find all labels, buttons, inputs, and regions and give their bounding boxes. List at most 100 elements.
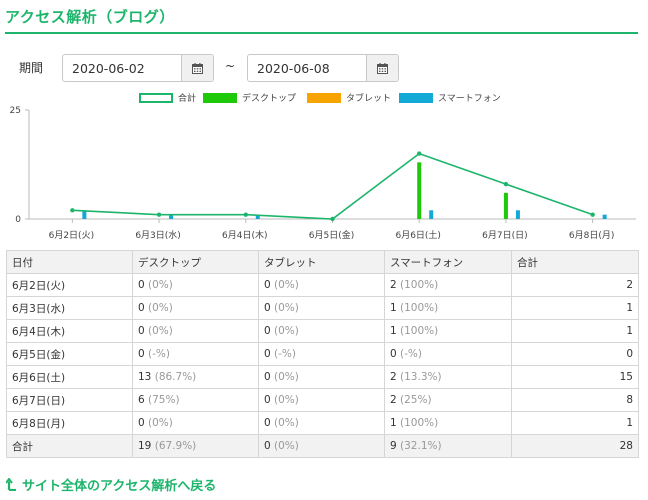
tablet-count: 0 xyxy=(264,279,271,291)
smartphone-percent: (100%) xyxy=(400,279,439,291)
smartphone-percent: (25%) xyxy=(400,394,432,406)
smartphone-cell: 9 (32.1%) xyxy=(384,434,512,458)
table-total-row: 合計 19 (67.9%) 0 (0%) 9 (32.1%) 28 xyxy=(6,434,639,458)
tablet-cell: 0 (0%) xyxy=(258,434,385,458)
desktop-count: 0 xyxy=(138,348,145,360)
access-table: 日付 デスクトップ タブレット スマートフォン 合計 6月2日(火) 0 (0%)… xyxy=(6,250,639,458)
desktop-cell: 0 (0%) xyxy=(132,411,259,435)
smartphone-count: 2 xyxy=(390,279,397,291)
desktop-cell: 19 (67.9%) xyxy=(132,434,259,458)
legend-item-desktop[interactable]: デスクトップ xyxy=(203,91,296,104)
x-tick-label: 6月8日(月) xyxy=(569,230,614,241)
date-range-separator: ~ xyxy=(225,59,236,73)
smartphone-cell: 1 (100%) xyxy=(384,296,512,320)
end-date-picker[interactable] xyxy=(247,54,399,82)
bar-desktop xyxy=(417,162,422,219)
desktop-percent: (86.7%) xyxy=(154,371,197,383)
tablet-percent: (0%) xyxy=(274,394,299,406)
desktop-count: 0 xyxy=(138,302,145,314)
desktop-count: 0 xyxy=(138,417,145,429)
tablet-cell: 0 (0%) xyxy=(258,296,385,320)
tablet-count: 0 xyxy=(264,440,271,452)
desktop-percent: (67.9%) xyxy=(154,440,197,452)
date-cell: 6月6日(土) xyxy=(6,365,133,389)
smartphone-percent: (-%) xyxy=(400,348,422,360)
date-cell: 合計 xyxy=(6,434,133,458)
desktop-count: 19 xyxy=(138,440,152,452)
start-date-calendar-button[interactable] xyxy=(181,55,213,81)
desktop-percent: (-%) xyxy=(148,348,170,360)
desktop-percent: (0%) xyxy=(148,417,173,429)
end-date-calendar-button[interactable] xyxy=(366,55,398,81)
table-row: 6月4日(木) 0 (0%) 0 (0%) 1 (100%) 1 xyxy=(6,319,639,343)
smartphone-count: 0 xyxy=(390,348,397,360)
desktop-cell: 0 (0%) xyxy=(132,319,259,343)
total-cell: 0 xyxy=(511,342,639,366)
back-link-label: サイト全体のアクセス解析へ戻る xyxy=(22,479,217,494)
desktop-count: 0 xyxy=(138,325,145,337)
total-point xyxy=(330,216,335,222)
smartphone-percent: (100%) xyxy=(400,417,439,429)
smartphone-percent: (13.3%) xyxy=(400,371,442,383)
smartphone-count: 2 xyxy=(390,394,397,406)
date-cell: 6月5日(金) xyxy=(6,342,133,366)
legend-swatch-total xyxy=(139,92,173,103)
legend-item-total[interactable]: 合計 xyxy=(139,91,196,104)
legend-item-smartphone[interactable]: スマートフォン xyxy=(399,91,501,104)
total-cell: 15 xyxy=(511,365,639,389)
tablet-cell: 0 (0%) xyxy=(258,319,385,343)
column-header: 日付 xyxy=(6,250,133,274)
start-date-input[interactable] xyxy=(63,55,181,81)
tablet-count: 0 xyxy=(264,325,271,337)
tablet-percent: (0%) xyxy=(274,302,299,314)
desktop-cell: 13 (86.7%) xyxy=(132,365,259,389)
total-point xyxy=(417,151,422,156)
total-cell: 28 xyxy=(511,434,639,458)
period-label: 期間 xyxy=(19,61,44,75)
tablet-count: 0 xyxy=(264,302,271,314)
column-header: 合計 xyxy=(511,250,639,274)
total-point xyxy=(243,212,248,217)
total-cell: 1 xyxy=(511,319,639,343)
legend-label: デスクトップ xyxy=(242,94,297,104)
table-row: 6月2日(火) 0 (0%) 0 (0%) 2 (100%) 2 xyxy=(6,273,639,297)
legend-item-tablet[interactable]: タブレット xyxy=(307,91,391,104)
legend-label: タブレット xyxy=(346,94,392,104)
column-header: タブレット xyxy=(258,250,385,274)
tablet-percent: (-%) xyxy=(274,348,296,360)
x-tick-label: 6月2日(火) xyxy=(49,230,94,241)
tablet-cell: 0 (0%) xyxy=(258,388,385,412)
title-divider xyxy=(5,32,638,34)
smartphone-count: 1 xyxy=(390,417,397,429)
desktop-percent: (75%) xyxy=(148,394,180,406)
tablet-percent: (0%) xyxy=(274,325,299,337)
x-tick-label: 6月7日(日) xyxy=(482,230,527,241)
desktop-percent: (0%) xyxy=(148,325,173,337)
legend-label: 合計 xyxy=(178,94,197,104)
legend-swatch-tablet xyxy=(307,92,341,103)
desktop-count: 6 xyxy=(138,394,145,406)
table-header-row: 日付 デスクトップ タブレット スマートフォン 合計 xyxy=(6,250,639,274)
tablet-cell: 0 (0%) xyxy=(258,273,385,297)
end-date-input[interactable] xyxy=(248,55,366,81)
smartphone-cell: 2 (13.3%) xyxy=(384,365,512,389)
date-cell: 6月7日(日) xyxy=(6,388,133,412)
smartphone-count: 9 xyxy=(390,440,397,452)
smartphone-count: 2 xyxy=(390,371,397,383)
x-tick-label: 6月3日(水) xyxy=(135,229,180,241)
tablet-cell: 0 (0%) xyxy=(258,411,385,435)
smartphone-cell: 2 (25%) xyxy=(384,388,512,412)
back-to-site-analytics-link[interactable]: サイト全体のアクセス解析へ戻る xyxy=(6,475,216,494)
total-cell: 1 xyxy=(511,411,639,435)
start-date-picker[interactable] xyxy=(62,54,214,82)
desktop-count: 13 xyxy=(138,371,152,383)
smartphone-cell: 0 (-%) xyxy=(384,342,512,366)
table-row: 6月6日(土) 13 (86.7%) 0 (0%) 2 (13.3%) 15 xyxy=(6,365,639,389)
tablet-percent: (0%) xyxy=(274,417,299,429)
legend-label: スマートフォン xyxy=(438,94,501,104)
smartphone-cell: 1 (100%) xyxy=(384,319,512,343)
bar-smartphone xyxy=(515,210,520,219)
total-line xyxy=(72,152,593,220)
total-cell: 8 xyxy=(511,388,639,412)
total-point xyxy=(590,212,595,217)
